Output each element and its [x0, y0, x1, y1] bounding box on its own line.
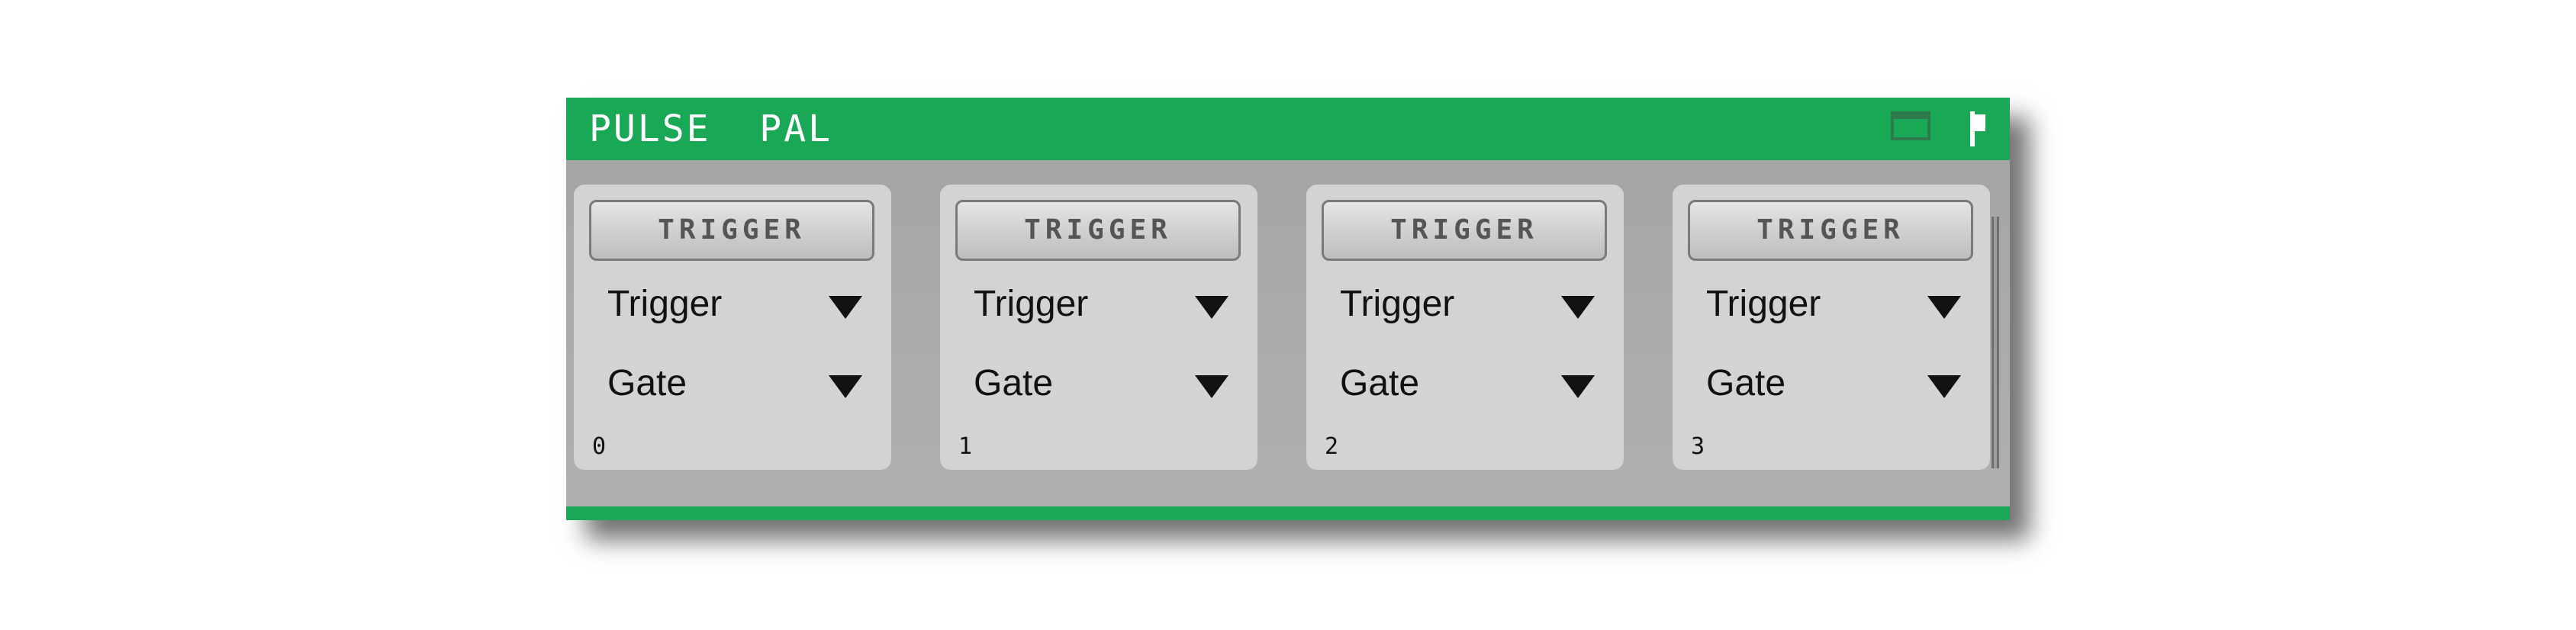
output-mode-dropdown[interactable]: Gate — [1688, 358, 1973, 409]
output-mode-dropdown[interactable]: Gate — [1322, 358, 1607, 409]
dropdown-value: Gate — [1706, 363, 1786, 403]
window-mode-icon[interactable] — [1891, 111, 1930, 140]
trigger-mode-dropdown[interactable]: Trigger — [1688, 279, 1973, 329]
dropdown-value: Trigger — [974, 284, 1089, 324]
dropdown-arrow-icon — [1561, 375, 1595, 398]
dropdown-arrow-icon — [829, 296, 862, 319]
trigger-mode-dropdown[interactable]: Trigger — [955, 279, 1241, 329]
bottom-bar — [566, 506, 2010, 520]
dropdown-value: Trigger — [1340, 284, 1455, 324]
channel-number: 1 — [958, 433, 973, 460]
dropdown-arrow-icon — [1195, 296, 1228, 319]
trigger-mode-dropdown[interactable]: Trigger — [1322, 279, 1607, 329]
dropdown-arrow-icon — [1561, 296, 1595, 319]
trigger-button[interactable]: TRIGGER — [1688, 200, 1973, 261]
dropdown-value: Gate — [607, 363, 687, 403]
dropdown-arrow-icon — [1927, 296, 1961, 319]
trigger-mode-dropdown[interactable]: Trigger — [589, 279, 874, 329]
pin-icon[interactable] — [1970, 111, 1990, 146]
trigger-button[interactable]: TRIGGER — [589, 200, 874, 261]
pulse-pal-window: PULSE PAL TRIGGER Trigger Gate 0 TRIGGER… — [566, 98, 2010, 520]
dropdown-arrow-icon — [1927, 375, 1961, 398]
dropdown-arrow-icon — [1195, 375, 1228, 398]
dropdown-arrow-icon — [829, 375, 862, 398]
trigger-button[interactable]: TRIGGER — [1322, 200, 1607, 261]
trigger-button[interactable]: TRIGGER — [955, 200, 1241, 261]
channel-number: 2 — [1325, 433, 1339, 460]
vertical-scrollbar[interactable] — [1992, 217, 1999, 468]
dropdown-value: Trigger — [607, 284, 723, 324]
channel-panel-1: TRIGGER Trigger Gate 1 — [940, 185, 1257, 470]
channel-panel-2: TRIGGER Trigger Gate 2 — [1306, 185, 1624, 470]
output-mode-dropdown[interactable]: Gate — [589, 358, 874, 409]
dropdown-value: Gate — [974, 363, 1054, 403]
channel-panel-3: TRIGGER Trigger Gate 3 — [1673, 185, 1990, 470]
channel-number: 3 — [1691, 433, 1705, 460]
channel-number: 0 — [592, 433, 607, 460]
output-mode-dropdown[interactable]: Gate — [955, 358, 1241, 409]
channel-panel-0: TRIGGER Trigger Gate 0 — [574, 185, 891, 470]
dropdown-value: Gate — [1340, 363, 1420, 403]
window-title: PULSE PAL — [589, 108, 832, 150]
dropdown-value: Trigger — [1706, 284, 1821, 324]
title-bar[interactable]: PULSE PAL — [566, 98, 2010, 160]
